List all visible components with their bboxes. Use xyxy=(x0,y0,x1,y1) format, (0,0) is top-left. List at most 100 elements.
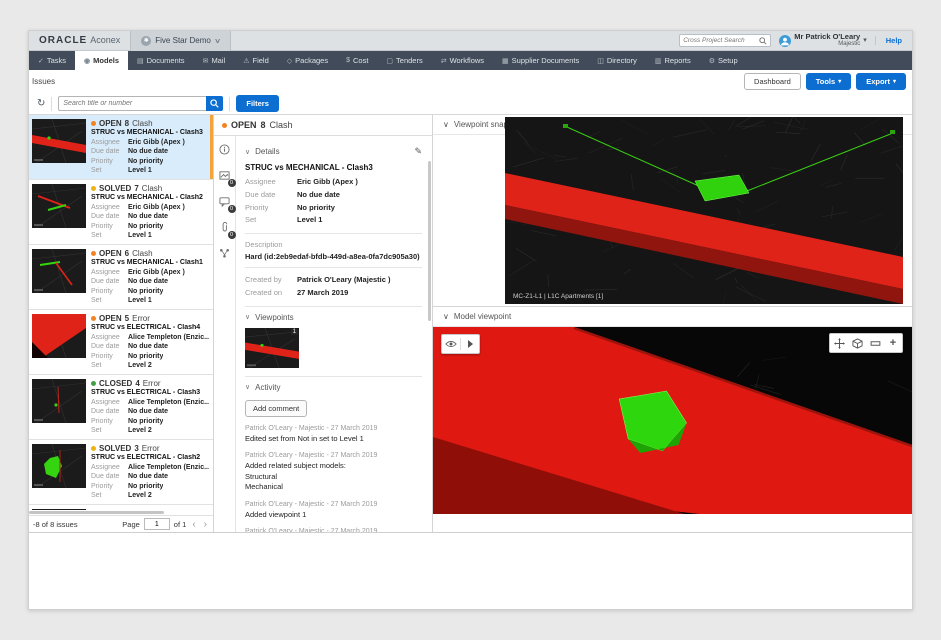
vertical-scrollbar[interactable] xyxy=(428,161,431,321)
issue-card[interactable]: OPEN 6 Clash STRUC vs MECHANICAL - Clash… xyxy=(29,245,213,310)
activity-text: Added related subject models: xyxy=(245,461,422,472)
issue-card[interactable]: SOLVED 7 Clash STRUC vs MECHANICAL - Cla… xyxy=(29,180,213,245)
priority-value: No priority xyxy=(128,287,163,296)
chevron-down-icon[interactable]: ∨ xyxy=(443,120,449,129)
chevron-down-icon[interactable]: ∨ xyxy=(245,383,250,391)
grid-icon: ▦ xyxy=(502,57,509,65)
issue-card[interactable]: CLOSED 4 Error STRUC vs ELECTRICAL - Cla… xyxy=(29,375,213,440)
set-value: Level 1 xyxy=(128,296,152,305)
visibility-eye-icon[interactable] xyxy=(442,335,460,353)
related-items-icon[interactable] xyxy=(219,248,231,260)
nav-label: Tenders xyxy=(396,56,423,65)
viewpoint-thumbnail[interactable]: 1 xyxy=(245,328,299,368)
activity-meta: Patrick O'Leary - Majestic - 27 March 20… xyxy=(245,501,422,508)
page-title: Issues xyxy=(32,77,55,86)
page-total: of 1 xyxy=(174,520,187,529)
zoom-in-icon[interactable]: + xyxy=(884,334,902,352)
dashboard-button[interactable]: Dashboard xyxy=(744,73,801,90)
issue-number: 3 xyxy=(134,444,138,453)
set-label: Set xyxy=(91,166,128,175)
expand-toolbar-icon[interactable] xyxy=(461,335,479,353)
viewpoint-snapshot-image[interactable]: MC-Z1-L1 | L1C Apartments [1] xyxy=(505,117,903,304)
help-link[interactable]: Help xyxy=(875,36,902,45)
cross-project-search[interactable] xyxy=(679,34,771,47)
attachment-count-badge: 0 xyxy=(228,231,236,239)
assignee-value: Eric Gibb (Apex ) xyxy=(128,268,185,277)
issue-thumbnail xyxy=(32,444,86,488)
chevron-down-icon[interactable]: ∨ xyxy=(245,148,250,156)
issue-status: SOLVED xyxy=(99,444,131,453)
issue-search-input[interactable] xyxy=(58,96,206,111)
issue-card[interactable]: OPEN 8 Clash STRUC vs MECHANICAL - Clash… xyxy=(29,115,213,180)
nav-item-documents[interactable]: ▤ Documents xyxy=(128,51,194,70)
nav-item-field[interactable]: ⚠ Field xyxy=(234,51,278,70)
nav-label: Supplier Documents xyxy=(512,56,580,65)
activity-entry: Patrick O'Leary - Majestic - 27 March 20… xyxy=(245,528,422,532)
nav-item-directory[interactable]: ◫ Directory xyxy=(588,51,646,70)
due-date-label: Due date xyxy=(91,407,128,416)
issue-type: Clash xyxy=(132,249,152,258)
set-label: Set xyxy=(91,491,128,500)
orbit-cube-icon[interactable] xyxy=(848,334,866,352)
chevron-down-icon[interactable]: ∨ xyxy=(443,312,449,321)
viewpoint-image-icon[interactable]: 0 xyxy=(219,170,231,182)
issue-number: 5 xyxy=(125,314,129,323)
nav-label: Reports xyxy=(664,56,690,65)
people-icon: ◫ xyxy=(597,57,604,65)
previous-page-button[interactable]: ‹ xyxy=(190,519,197,530)
set-value: Level 1 xyxy=(128,231,152,240)
nav-label: Setup xyxy=(718,56,738,65)
viewpoint-badge: 1 xyxy=(291,329,298,335)
due-date-label: Due date xyxy=(245,189,297,202)
nav-item-tenders[interactable]: ▢ Tenders xyxy=(377,51,431,70)
zoom-out-icon[interactable] xyxy=(866,334,884,352)
nav-label: Mail xyxy=(211,56,225,65)
set-value: Level 2 xyxy=(128,361,152,370)
edit-icon[interactable]: ✎ xyxy=(414,146,422,157)
search-button[interactable] xyxy=(206,96,223,111)
nav-item-packages[interactable]: ◇ Packages xyxy=(278,51,337,70)
cross-project-search-input[interactable] xyxy=(683,37,759,44)
export-button[interactable]: Export▾ xyxy=(856,73,906,90)
nav-item-supplier-documents[interactable]: ▦ Supplier Documents xyxy=(493,51,588,70)
scrollbar-thumb[interactable] xyxy=(29,511,164,514)
issue-card[interactable]: SOLVED 3 Error STRUC vs ELECTRICAL - Cla… xyxy=(29,440,213,505)
search-icon[interactable] xyxy=(759,37,767,45)
nav-item-workflows[interactable]: ⇄ Workflows xyxy=(432,51,493,70)
page-number-input[interactable] xyxy=(144,518,170,530)
set-value: Level 2 xyxy=(128,491,152,500)
filters-button[interactable]: Filters xyxy=(236,95,279,112)
nav-item-models[interactable]: ◉ Models xyxy=(75,51,128,70)
pan-icon[interactable] xyxy=(830,334,848,352)
issue-type: Error xyxy=(142,444,160,453)
horizontal-scrollbar[interactable] xyxy=(29,510,213,515)
priority-label: Priority xyxy=(91,482,128,491)
sphere-icon: ◉ xyxy=(84,57,90,65)
comment-count-badge: 0 xyxy=(228,205,236,213)
export-label: Export xyxy=(866,77,890,86)
nav-item-mail[interactable]: ✉ Mail xyxy=(194,51,235,70)
nav-item-tasks[interactable]: ✓ Tasks xyxy=(29,51,75,70)
nav-item-cost[interactable]: $ Cost xyxy=(337,51,377,70)
user-menu[interactable]: Mr Patrick O'Leary Majestic ▾ xyxy=(779,33,867,48)
empty-area xyxy=(29,533,912,609)
info-icon[interactable] xyxy=(219,144,231,156)
next-page-button[interactable]: › xyxy=(202,519,209,530)
issue-card[interactable]: OPEN 5 Error STRUC vs ELECTRICAL - Clash… xyxy=(29,310,213,375)
project-selector[interactable]: ✱ Five Star Demo ∨ xyxy=(130,31,231,51)
attachment-icon[interactable]: 0 xyxy=(219,222,231,234)
refresh-icon[interactable]: ↻ xyxy=(37,98,45,109)
brand-oracle: ORACLE xyxy=(39,35,87,46)
nav-item-reports[interactable]: ▥ Reports xyxy=(646,51,700,70)
model-3d-viewer[interactable] xyxy=(433,327,912,514)
nav-item-setup[interactable]: ⚙ Setup xyxy=(700,51,747,70)
tools-button[interactable]: Tools▾ xyxy=(806,73,851,90)
issue-type: Error xyxy=(143,379,161,388)
viewer-toolbar-right: + xyxy=(829,333,903,353)
nav-label: Documents xyxy=(147,56,185,65)
add-comment-button[interactable]: Add comment xyxy=(245,400,307,417)
project-icon: ✱ xyxy=(141,36,151,46)
issue-status: OPEN xyxy=(99,314,122,323)
chevron-down-icon[interactable]: ∨ xyxy=(245,313,250,321)
comment-icon[interactable]: 0 xyxy=(219,196,231,208)
